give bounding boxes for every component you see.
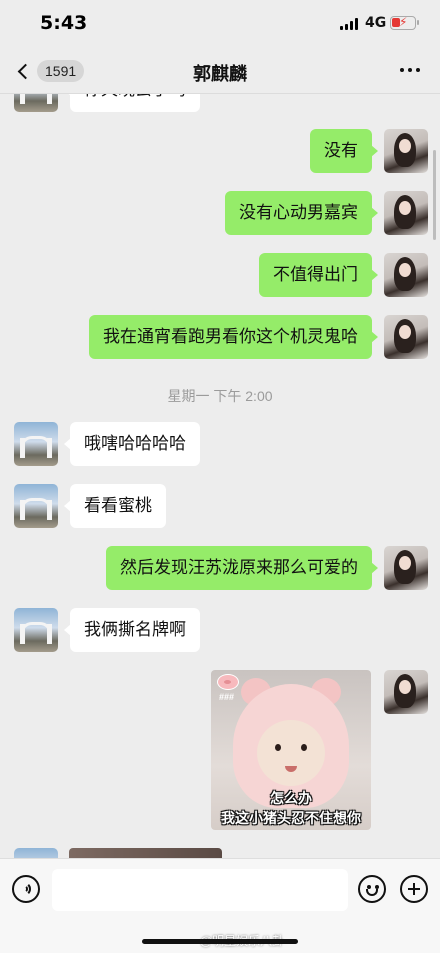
my-avatar[interactable] xyxy=(384,191,428,235)
plus-button[interactable] xyxy=(400,875,428,903)
message-bubble-sent[interactable]: 然后发现汪苏泷原来那么可爱的 xyxy=(106,546,378,590)
signal-icon xyxy=(340,18,360,30)
contact-avatar[interactable] xyxy=(14,848,58,858)
voice-button[interactable] xyxy=(12,875,40,903)
message-bubble-received[interactable]: 哦嗐哈哈哈哈 xyxy=(64,422,200,466)
sticker-caption-line1: 怎么办 xyxy=(270,791,312,807)
chat-title: 郭麒麟 xyxy=(193,64,247,84)
status-bar: 5:43 4G ⚡ xyxy=(0,0,440,48)
message-bubble-received[interactable]: 你天晓去了吗 xyxy=(64,94,200,112)
my-avatar[interactable] xyxy=(384,315,428,359)
image-message-partial[interactable] xyxy=(69,848,222,858)
message-bubble-received[interactable]: 看看蜜桃 xyxy=(64,484,166,528)
my-avatar[interactable] xyxy=(384,546,428,590)
message-bubble-sent[interactable]: 不值得出门 xyxy=(259,253,378,297)
pig-icon xyxy=(217,674,239,690)
contact-avatar[interactable] xyxy=(14,94,58,112)
message-bubble-sent[interactable]: 我在通宵看跑男看你这个机灵鬼哈 xyxy=(89,315,378,359)
chat-header: 1591 郭麒麟 xyxy=(0,48,440,94)
more-button[interactable] xyxy=(400,68,420,72)
message-bubble-sent[interactable]: 没有心动男嘉宾 xyxy=(225,191,378,235)
input-bar: @明星娱乐八卦 xyxy=(0,858,440,953)
battery-icon: ⚡ xyxy=(390,15,419,30)
status-time: 5:43 xyxy=(40,12,88,34)
message-list[interactable]: 你天晓去了吗 没有 没有心动男嘉宾 不值得出门 我在通宵看跑男看你这个机灵鬼哈 … xyxy=(0,94,440,858)
emoji-button[interactable] xyxy=(358,875,386,903)
more-icon xyxy=(400,68,404,72)
contact-avatar[interactable] xyxy=(14,484,58,528)
scrollbar[interactable] xyxy=(433,150,436,240)
message-input[interactable] xyxy=(52,869,348,911)
home-indicator[interactable] xyxy=(142,939,298,944)
my-avatar[interactable] xyxy=(384,129,428,173)
contact-avatar[interactable] xyxy=(14,422,58,466)
my-avatar[interactable] xyxy=(384,253,428,297)
contact-avatar[interactable] xyxy=(14,608,58,652)
network-label: 4G xyxy=(365,15,387,31)
message-timestamp: 星期一 下午 2:00 xyxy=(167,388,273,404)
message-bubble-sent[interactable]: 没有 xyxy=(310,129,378,173)
sticker-image[interactable]: ### 怎么办 我这小猪头忍不住想你 xyxy=(211,670,371,830)
my-avatar[interactable] xyxy=(384,670,428,714)
sticker-caption-line2: 我这小猪头忍不住想你 xyxy=(221,811,361,827)
message-bubble-received[interactable]: 我俩撕名牌啊 xyxy=(64,608,200,652)
